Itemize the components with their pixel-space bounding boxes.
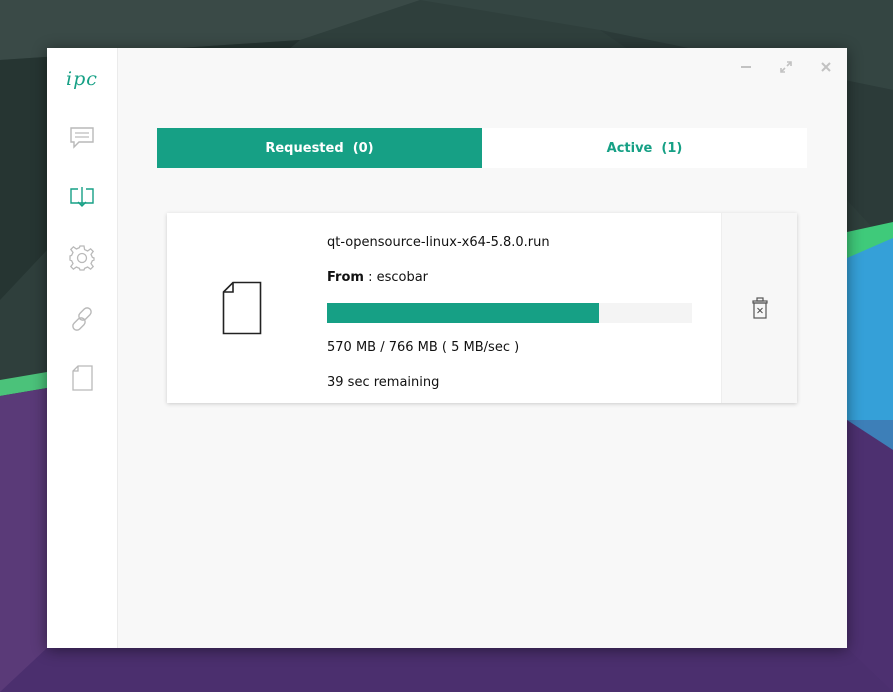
app-logo: ipc bbox=[66, 68, 98, 90]
sender-info: From : escobar bbox=[327, 270, 428, 285]
sidebar-item-downloads[interactable] bbox=[68, 183, 96, 211]
trash-icon bbox=[752, 297, 768, 319]
sidebar-item-links[interactable] bbox=[68, 305, 96, 333]
file-icon bbox=[72, 365, 93, 391]
gear-icon bbox=[69, 245, 95, 271]
document-icon bbox=[222, 281, 262, 335]
maximize-button[interactable] bbox=[779, 60, 793, 74]
tab-requested[interactable]: Requested (0) bbox=[157, 128, 482, 168]
sidebar-item-messages[interactable] bbox=[68, 123, 96, 151]
from-separator: : bbox=[363, 270, 377, 285]
file-name: qt-opensource-linux-x64-5.8.0.run bbox=[327, 235, 550, 250]
minimize-icon bbox=[741, 66, 751, 68]
download-icon bbox=[70, 187, 94, 207]
transfer-card: qt-opensource-linux-x64-5.8.0.run From :… bbox=[167, 213, 797, 403]
sidebar-item-settings[interactable] bbox=[68, 244, 96, 272]
tab-active[interactable]: Active (1) bbox=[482, 128, 807, 168]
close-button[interactable] bbox=[819, 60, 833, 74]
minimize-button[interactable] bbox=[739, 60, 753, 74]
time-remaining: 39 sec remaining bbox=[327, 375, 440, 390]
expand-icon bbox=[780, 61, 792, 73]
link-icon bbox=[72, 307, 92, 331]
transfer-size: 570 MB / 766 MB ( 5 MB/sec ) bbox=[327, 340, 520, 355]
from-label: From bbox=[327, 270, 364, 285]
sidebar: ipc bbox=[47, 48, 118, 648]
transfer-tabs: Requested (0) Active (1) bbox=[157, 128, 807, 168]
progress-fill bbox=[327, 303, 599, 323]
close-icon bbox=[821, 62, 831, 72]
chat-icon bbox=[70, 127, 94, 149]
progress-bar bbox=[327, 303, 692, 323]
card-action-panel bbox=[721, 213, 797, 403]
from-value: escobar bbox=[376, 270, 429, 285]
sidebar-item-files[interactable] bbox=[68, 364, 96, 392]
delete-transfer-button[interactable] bbox=[751, 297, 769, 319]
app-window: ipc Requested (0) Active (1) qt-opensour… bbox=[47, 48, 847, 648]
